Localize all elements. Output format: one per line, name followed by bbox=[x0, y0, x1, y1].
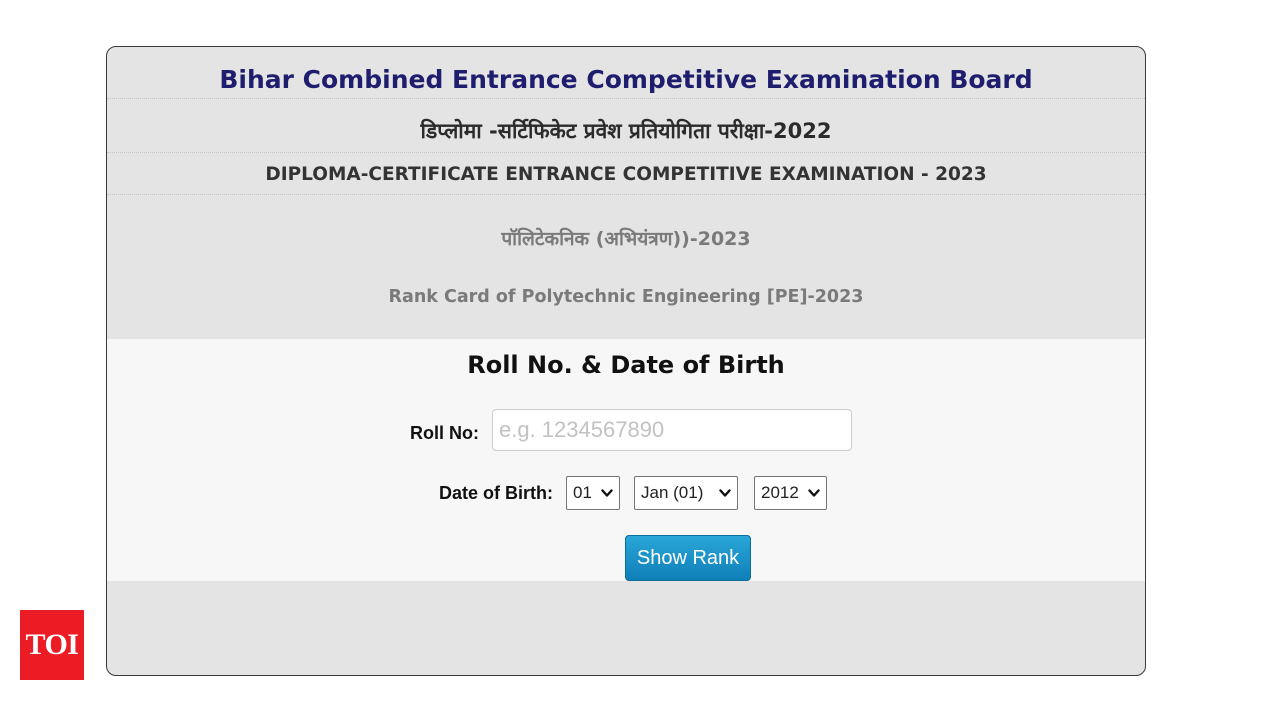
chevron-down-icon bbox=[808, 489, 820, 497]
roll-number-input[interactable] bbox=[492, 409, 852, 451]
rank-card-title: Rank Card of Polytechnic Engineering [PE… bbox=[388, 287, 864, 307]
form-heading: Roll No. & Date of Birth bbox=[467, 351, 785, 379]
dob-day-select[interactable]: 01 bbox=[566, 476, 620, 510]
dob-month-select[interactable]: Jan (01) bbox=[634, 476, 738, 510]
rank-card-panel: Bihar Combined Entrance Competitive Exam… bbox=[106, 46, 1146, 676]
chevron-down-icon bbox=[601, 489, 613, 497]
dob-day-value: 01 bbox=[573, 483, 592, 502]
page: Bihar Combined Entrance Competitive Exam… bbox=[0, 0, 1280, 720]
hindi-exam-title: डिप्लोमा -सर्टिफिकेट प्रवेश प्रतियोगिता … bbox=[107, 99, 1145, 153]
toi-logo: TOI bbox=[20, 610, 84, 680]
dob-month-value: Jan (01) bbox=[641, 483, 704, 502]
chevron-down-icon bbox=[719, 489, 731, 497]
english-exam-title: DIPLOMA-CERTIFICATE ENTRANCE COMPETITIVE… bbox=[107, 153, 1145, 195]
dob-year-value: 2012 bbox=[761, 483, 799, 502]
polytechnic-hindi-title: पॉलिटेकनिक (अभियंत्रण))-2023 bbox=[501, 228, 751, 250]
board-title: Bihar Combined Entrance Competitive Exam… bbox=[107, 47, 1145, 99]
dob-year-select[interactable]: 2012 bbox=[754, 476, 827, 510]
date-of-birth-label: Date of Birth: bbox=[439, 483, 553, 503]
show-rank-button[interactable]: Show Rank bbox=[625, 535, 751, 581]
login-form: Roll No. & Date of Birth Roll No: Date o… bbox=[107, 339, 1145, 581]
roll-number-label: Roll No: bbox=[410, 423, 479, 443]
